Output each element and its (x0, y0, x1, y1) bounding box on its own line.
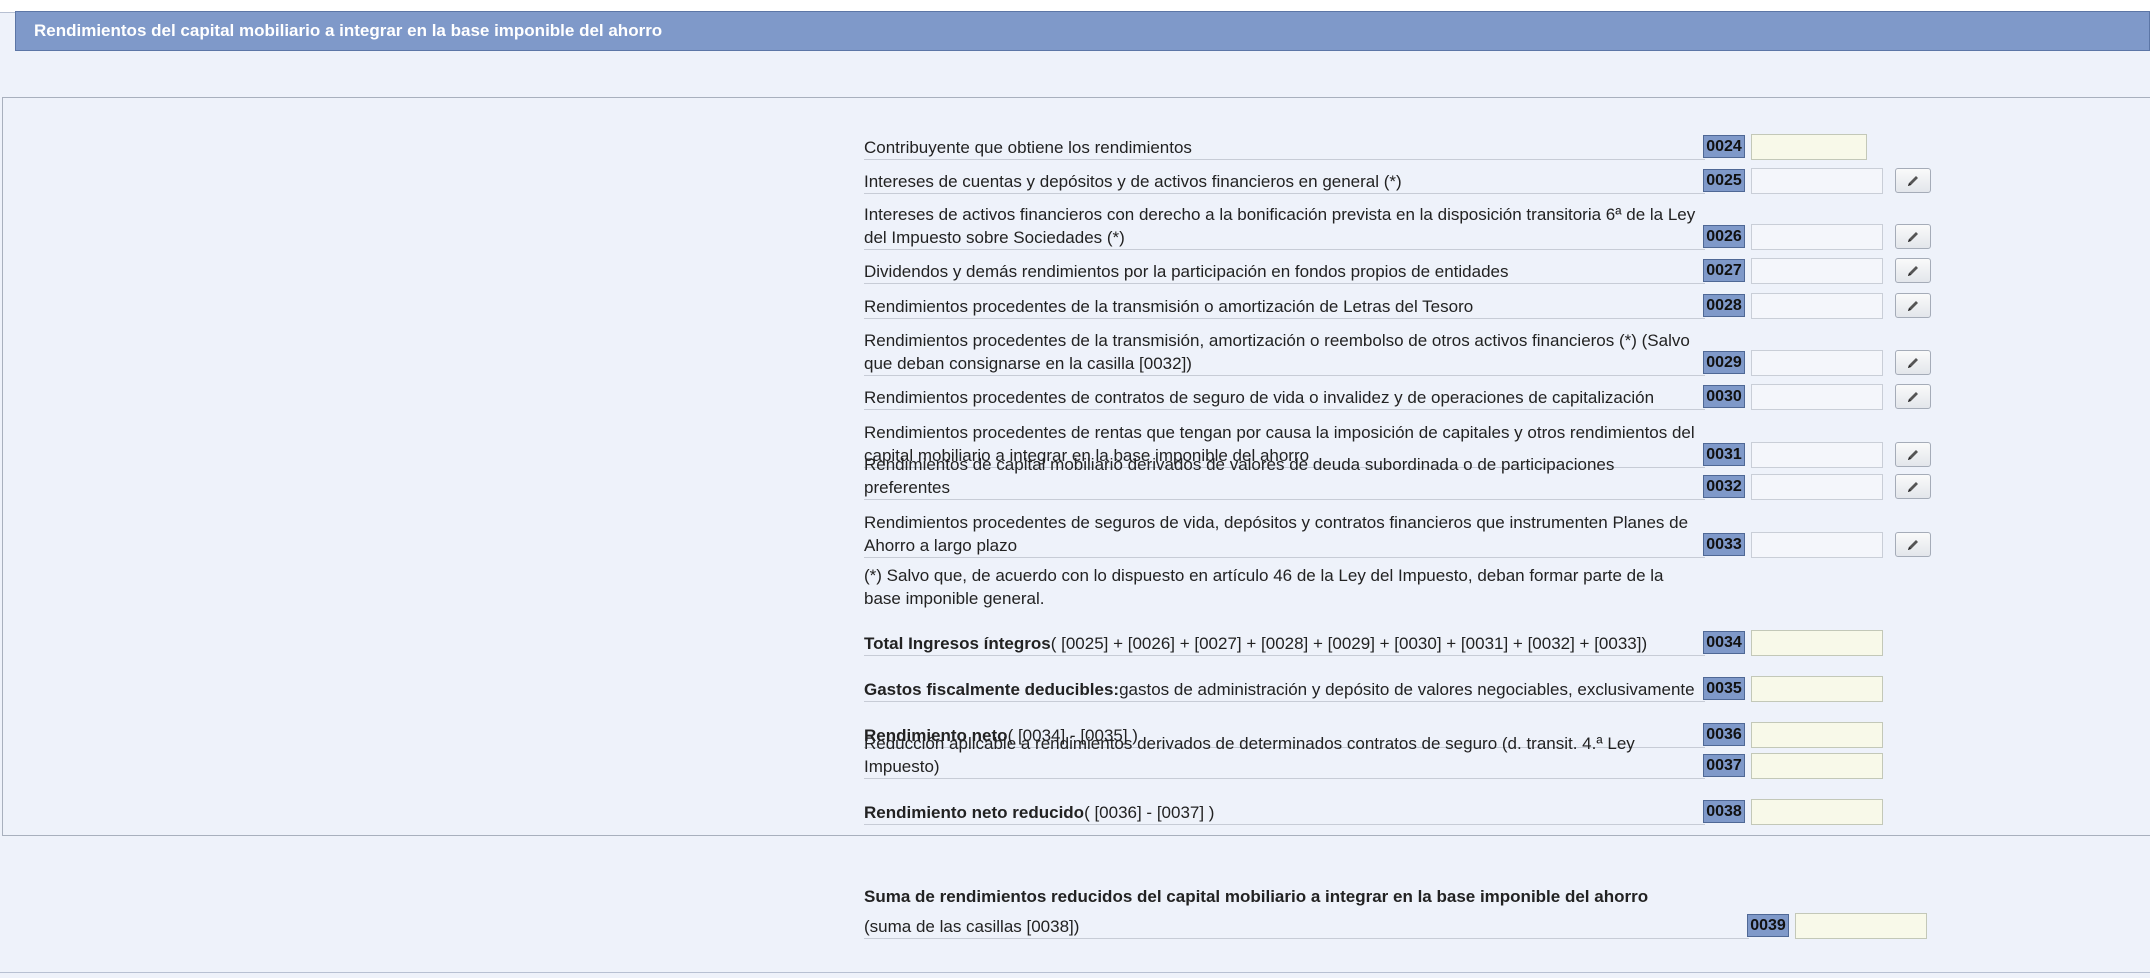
row-label: Reducción aplicable a rendimientos deriv… (864, 732, 1705, 779)
code-box: 0036 (1703, 723, 1745, 746)
code-box: 0034 (1703, 631, 1745, 654)
summary-title: Suma de rendimientos reducidos del capit… (864, 887, 1649, 906)
row-label: Rendimiento neto reducido( [0036] - [003… (864, 801, 1705, 825)
row-label: Dividendos y demás rendimientos por la p… (864, 260, 1705, 284)
row-label: Gastos fiscalmente deducibles:gastos de … (864, 678, 1705, 702)
code-box: 0033 (1703, 533, 1745, 556)
pencil-icon (1908, 358, 1918, 368)
field-0032[interactable] (1751, 474, 1883, 500)
section-header: Rendimientos del capital mobiliario a in… (15, 11, 2150, 51)
field-0034[interactable] (1751, 630, 1883, 656)
pencil-icon (1908, 301, 1918, 311)
field-0030[interactable] (1751, 384, 1883, 410)
edit-button[interactable] (1895, 532, 1931, 557)
row-0033: Rendimientos procedentes de seguros de v… (864, 508, 2004, 558)
code-box: 0038 (1703, 800, 1745, 823)
edit-button[interactable] (1895, 384, 1931, 409)
field-0026[interactable] (1751, 224, 1883, 250)
row-0026: Intereses de activos financieros con der… (864, 200, 2004, 250)
pencil-icon (1908, 482, 1918, 492)
row-0024: Contribuyente que obtiene los rendimient… (864, 132, 2004, 160)
row-0030: Rendimientos procedentes de contratos de… (864, 382, 2004, 410)
row-0037: Reducción aplicable a rendimientos deriv… (864, 734, 2004, 779)
edit-button[interactable] (1895, 258, 1931, 283)
code-box: 0026 (1703, 225, 1745, 248)
edit-button[interactable] (1895, 350, 1931, 375)
row-label: Rendimientos procedentes de contratos de… (864, 386, 1705, 410)
footnote: (*) Salvo que, de acuerdo con lo dispues… (864, 566, 1664, 608)
pencil-icon (1908, 176, 1918, 186)
code-box: 0025 (1703, 169, 1745, 192)
row-label: (suma de las casillas [0038]) (864, 915, 1749, 939)
row-0029: Rendimientos procedentes de la transmisi… (864, 326, 2004, 376)
field-0039[interactable] (1795, 913, 1927, 939)
code-box: 0027 (1703, 259, 1745, 282)
row-0038: Rendimiento neto reducido( [0036] - [003… (864, 797, 2004, 825)
code-box: 0028 (1703, 294, 1745, 317)
row-label: Intereses de activos financieros con der… (864, 203, 1705, 250)
field-0038[interactable] (1751, 799, 1883, 825)
field-0029[interactable] (1751, 350, 1883, 376)
row-0039: (suma de las casillas [0038]) 0039 (864, 911, 2004, 939)
row-label: Intereses de cuentas y depósitos y de ac… (864, 170, 1705, 194)
code-box: 0031 (1703, 443, 1745, 466)
field-0028[interactable] (1751, 293, 1883, 319)
field-0024[interactable] (1751, 134, 1867, 160)
section-title: Rendimientos del capital mobiliario a in… (34, 21, 663, 40)
row-label: Contribuyente que obtiene los rendimient… (864, 136, 1705, 160)
edit-button[interactable] (1895, 168, 1931, 193)
pencil-icon (1908, 450, 1918, 460)
row-label: Rendimientos procedentes de seguros de v… (864, 511, 1705, 558)
header-left-stub (0, 12, 15, 39)
row-label: Rendimientos procedentes de la transmisi… (864, 295, 1705, 319)
row-0034: Total Ingresos íntegros( [0025] + [0026]… (864, 628, 2004, 656)
edit-button[interactable] (1895, 293, 1931, 318)
pencil-icon (1908, 266, 1918, 276)
pencil-icon (1908, 392, 1918, 402)
field-0037[interactable] (1751, 753, 1883, 779)
field-0035[interactable] (1751, 676, 1883, 702)
row-0035: Gastos fiscalmente deducibles:gastos de … (864, 674, 2004, 702)
edit-button[interactable] (1895, 442, 1931, 467)
pencil-icon (1908, 232, 1918, 242)
edit-button[interactable] (1895, 224, 1931, 249)
pencil-icon (1908, 540, 1918, 550)
code-box: 0037 (1703, 754, 1745, 777)
row-0028: Rendimientos procedentes de la transmisi… (864, 291, 2004, 319)
field-0036[interactable] (1751, 722, 1883, 748)
row-0027: Dividendos y demás rendimientos por la p… (864, 256, 2004, 284)
bottom-divider (0, 972, 2150, 973)
code-box: 0030 (1703, 385, 1745, 408)
field-0025[interactable] (1751, 168, 1883, 194)
field-0027[interactable] (1751, 258, 1883, 284)
row-label: Total Ingresos íntegros( [0025] + [0026]… (864, 632, 1705, 656)
edit-button[interactable] (1895, 474, 1931, 499)
row-0025: Intereses de cuentas y depósitos y de ac… (864, 166, 2004, 194)
row-0032: Rendimientos de capital mobiliario deriv… (864, 455, 2004, 500)
row-label: Rendimientos procedentes de la transmisi… (864, 329, 1705, 376)
code-box: 0039 (1747, 914, 1789, 937)
code-box: 0032 (1703, 475, 1745, 498)
row-label: Rendimientos de capital mobiliario deriv… (864, 453, 1705, 500)
code-box: 0029 (1703, 351, 1745, 374)
code-box: 0024 (1703, 135, 1745, 158)
field-0033[interactable] (1751, 532, 1883, 558)
field-0031[interactable] (1751, 442, 1883, 468)
code-box: 0035 (1703, 677, 1745, 700)
